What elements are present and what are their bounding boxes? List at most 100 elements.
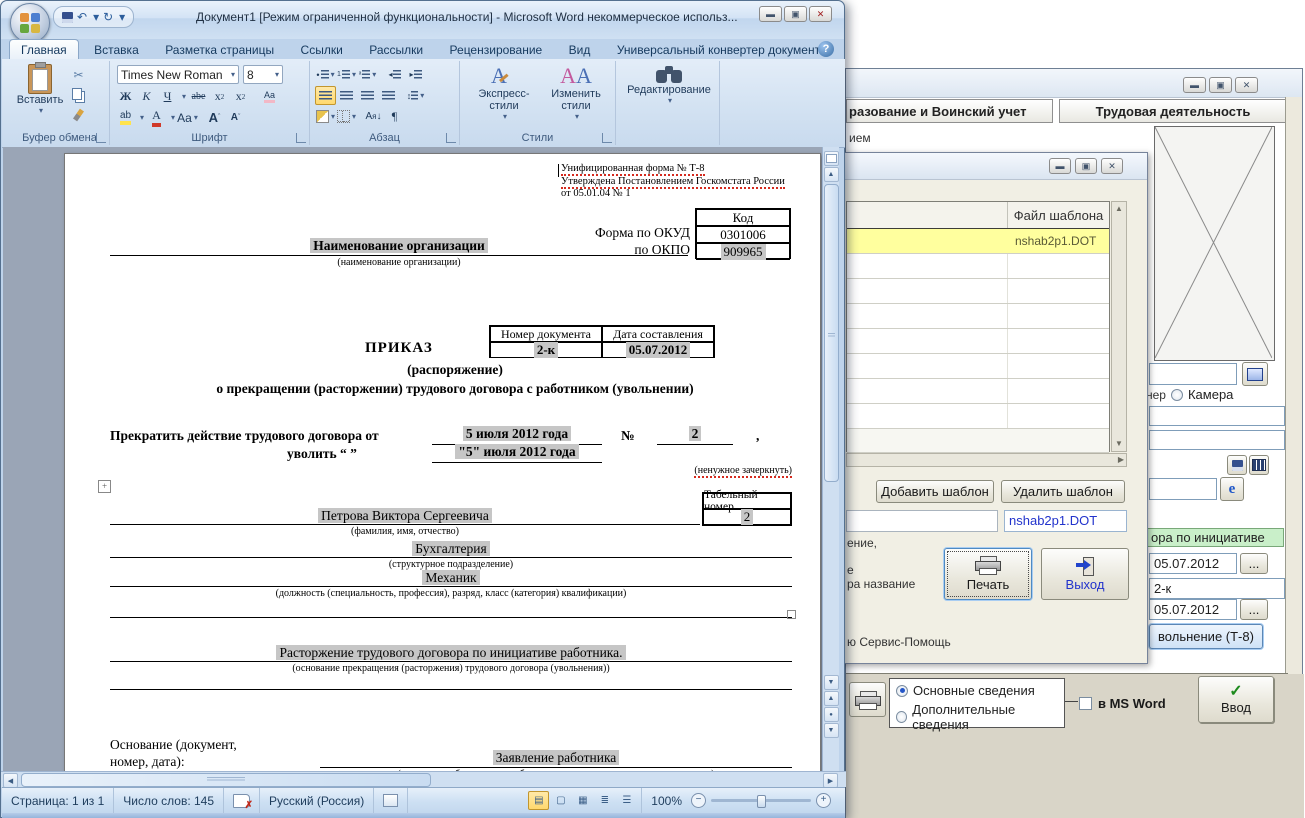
template-table-hscrollbar[interactable]: ▶ xyxy=(846,453,1127,467)
photo-path-field[interactable] xyxy=(1149,363,1237,385)
tab-education-military[interactable]: разование и Воинский учет xyxy=(846,99,1053,123)
editing-dropdown-icon[interactable]: ▾ xyxy=(668,96,672,105)
select-browse-object-button[interactable]: ● xyxy=(824,707,839,722)
highlight-dropdown-icon[interactable]: ▾ xyxy=(136,108,146,127)
add-template-button[interactable]: Добавить шаблон xyxy=(876,480,994,503)
table-move-handle-icon[interactable]: + xyxy=(98,480,111,493)
print-button[interactable]: Печать xyxy=(944,548,1032,600)
template-row-selected[interactable]: nshab2p1.DOT xyxy=(847,229,1109,254)
help-icon[interactable]: ? xyxy=(818,41,834,57)
scroll-left-button[interactable]: ◀ xyxy=(3,773,18,788)
justify-button[interactable] xyxy=(378,86,399,105)
order-date-picker-button[interactable]: ... xyxy=(1240,553,1268,574)
fullscreen-view-button[interactable]: ▢ xyxy=(550,791,571,810)
ruler-toggle-button[interactable] xyxy=(824,151,839,166)
page-count-status[interactable]: Страница: 1 из 1 xyxy=(2,788,114,813)
subscript-button[interactable]: x2 xyxy=(209,87,230,106)
zoom-slider[interactable]: − + xyxy=(691,793,845,808)
template-row-empty[interactable] xyxy=(847,329,1109,354)
hr-maximize-button[interactable]: ▣ xyxy=(1209,77,1232,93)
order-number-field[interactable]: 2-к xyxy=(1149,578,1285,599)
dialog-close-button[interactable]: ✕ xyxy=(1101,158,1123,174)
superscript-button[interactable]: x2 xyxy=(230,87,251,106)
shading-button[interactable]: ▾ xyxy=(315,107,336,126)
table-view-button[interactable] xyxy=(1249,455,1269,475)
paste-dropdown-icon[interactable]: ▾ xyxy=(39,106,43,115)
template-table-vscrollbar[interactable]: ▲ ▼ xyxy=(1111,201,1127,452)
change-styles-dropdown-icon[interactable]: ▾ xyxy=(575,112,579,121)
dismissal-date-field[interactable]: 05.07.2012 xyxy=(1149,599,1237,620)
delete-template-button[interactable]: Удалить шаблон xyxy=(1001,480,1125,503)
italic-button[interactable]: К xyxy=(136,87,157,106)
font-color-dropdown-icon[interactable]: ▾ xyxy=(167,108,177,127)
tab-page-layout[interactable]: Разметка страницы xyxy=(154,40,285,59)
radio-extra-info[interactable]: Дополнительные сведения xyxy=(890,698,1064,732)
editing-menu-button[interactable]: Редактирование ▾ xyxy=(623,63,715,129)
save-icon[interactable] xyxy=(62,12,73,23)
numbering-button[interactable]: 1▾ xyxy=(336,65,357,84)
zoom-in-icon[interactable]: + xyxy=(816,793,831,808)
tab-view[interactable]: Вид xyxy=(558,40,602,59)
template-row-empty[interactable] xyxy=(847,304,1109,329)
hr-input-1[interactable] xyxy=(1149,406,1285,426)
document-name-field[interactable] xyxy=(846,510,998,532)
template-row-empty[interactable] xyxy=(847,404,1109,429)
show-paragraph-marks-button[interactable]: ¶ xyxy=(384,107,405,126)
shrink-font-button[interactable]: Аˇ xyxy=(225,108,246,127)
bullets-button[interactable]: •▾ xyxy=(315,65,336,84)
borders-button[interactable]: ▾ xyxy=(336,107,357,126)
align-right-button[interactable] xyxy=(357,86,378,105)
camera-radio[interactable] xyxy=(1171,389,1183,401)
hr-close-button[interactable]: ✕ xyxy=(1235,77,1258,93)
hr-input-2[interactable] xyxy=(1149,430,1285,450)
web-layout-view-button[interactable]: ▦ xyxy=(572,791,593,810)
tab-work-activity[interactable]: Трудовая деятельность xyxy=(1059,99,1287,123)
clear-formatting-button[interactable]: Aa xyxy=(259,87,280,106)
underline-button[interactable]: Ч xyxy=(157,87,178,106)
highlight-color-button[interactable]: ab xyxy=(115,108,136,127)
font-dialog-launcher-icon[interactable] xyxy=(296,133,306,143)
font-color-button[interactable]: А xyxy=(146,108,167,127)
scroll-up-arrow-icon[interactable]: ▲ xyxy=(1112,202,1126,216)
paragraph-dialog-launcher-icon[interactable] xyxy=(446,133,456,143)
word-horizontal-scrollbar[interactable]: ◀ ▶ xyxy=(1,771,846,787)
hr-minimize-button[interactable]: ▬ xyxy=(1183,77,1206,93)
draft-view-button[interactable]: ☰ xyxy=(616,791,637,810)
enter-button[interactable]: ✓ Ввод xyxy=(1198,676,1274,723)
change-case-button[interactable]: Aa▾ xyxy=(177,108,198,127)
template-file-field[interactable]: nshab2p1.DOT xyxy=(1004,510,1127,532)
redo-icon[interactable]: ↻ xyxy=(103,10,113,24)
qat-customize-icon[interactable]: ▾ xyxy=(119,10,125,24)
vscroll-thumb[interactable] xyxy=(824,184,839,482)
scroll-down-arrow-icon[interactable]: ▼ xyxy=(1112,437,1126,451)
bold-button[interactable]: Ж xyxy=(115,87,136,106)
multilevel-list-button[interactable]: ᵃ▾ xyxy=(357,65,378,84)
sort-button[interactable]: Ая↓ xyxy=(363,107,384,126)
styles-dialog-launcher-icon[interactable] xyxy=(602,133,612,143)
print-quick-button[interactable] xyxy=(849,682,886,717)
outline-view-button[interactable]: ≣ xyxy=(594,791,615,810)
undo-icon[interactable]: ↶ xyxy=(77,10,87,24)
tab-insert[interactable]: Вставка xyxy=(83,40,150,59)
next-page-button[interactable]: ▼ xyxy=(824,723,839,738)
tab-references[interactable]: Ссылки xyxy=(290,40,354,59)
hr-input-3[interactable] xyxy=(1149,478,1217,500)
tab-review[interactable]: Рецензирование xyxy=(439,40,554,59)
font-size-combo[interactable]: 8▾ xyxy=(243,65,283,84)
underline-dropdown-icon[interactable]: ▾ xyxy=(178,87,188,106)
zoom-slider-thumb[interactable] xyxy=(757,795,766,808)
scroll-right-button[interactable]: ▶ xyxy=(823,773,838,788)
line-spacing-button[interactable]: ↕▾ xyxy=(405,86,426,105)
print-layout-view-button[interactable]: ▤ xyxy=(528,791,549,810)
quick-styles-button[interactable]: A Экспресс-стили ▾ xyxy=(468,63,540,129)
radio-main-info[interactable]: Основные сведения xyxy=(890,679,1064,698)
template-row-empty[interactable] xyxy=(847,379,1109,404)
template-row-empty[interactable] xyxy=(847,279,1109,304)
word-count-status[interactable]: Число слов: 145 xyxy=(114,788,224,813)
spellcheck-status[interactable]: ✗ xyxy=(224,788,260,813)
dismissal-date-picker-button[interactable]: ... xyxy=(1240,599,1268,620)
undo-dropdown-icon[interactable]: ▾ xyxy=(93,10,99,24)
document-page[interactable]: Унифицированная форма № Т-8 Утверждена П… xyxy=(64,153,821,771)
align-left-button[interactable] xyxy=(315,86,336,105)
change-styles-button[interactable]: АA Изменить стили ▾ xyxy=(540,63,612,129)
